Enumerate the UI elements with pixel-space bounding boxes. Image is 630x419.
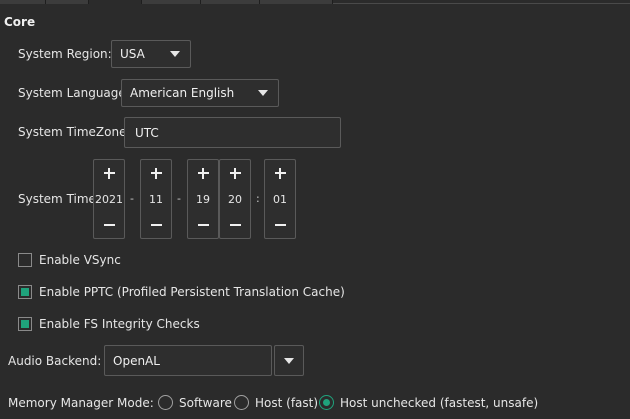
audio-backend-dropdown-button[interactable]: [274, 345, 304, 376]
enable-fs-integrity-label: Enable FS Integrity Checks: [39, 317, 200, 331]
plus-icon[interactable]: [141, 160, 171, 186]
audio-backend-label: Audio Backend:: [8, 354, 102, 368]
system-timezone-value: UTC: [135, 125, 159, 140]
minus-icon[interactable]: [265, 212, 295, 238]
chevron-down-icon: [284, 358, 294, 364]
tab-6[interactable]: [260, 0, 333, 4]
enable-vsync-label: Enable VSync: [39, 253, 121, 267]
radio-selected-icon[interactable]: [319, 395, 334, 410]
plus-icon[interactable]: [94, 160, 124, 186]
date-separator: -: [177, 192, 181, 205]
minus-icon[interactable]: [188, 212, 218, 238]
tab-active[interactable]: [89, 0, 142, 4]
system-time-label: System Time:: [18, 192, 100, 206]
tab-strip: [0, 0, 630, 4]
memory-mode-host-fast-radio[interactable]: Host (fast): [234, 395, 318, 410]
minus-icon[interactable]: [220, 212, 250, 238]
memory-mode-host-unchecked-radio[interactable]: Host unchecked (fastest, unsafe): [319, 395, 538, 410]
plus-icon[interactable]: [265, 160, 295, 186]
enable-fs-integrity-checkbox[interactable]: Enable FS Integrity Checks: [18, 317, 200, 331]
system-language-dropdown[interactable]: American English: [121, 79, 279, 107]
system-region-value: USA: [120, 47, 145, 61]
tab-strip-border: [333, 3, 630, 4]
enable-pptc-checkbox[interactable]: Enable PPTC (Profiled Persistent Transla…: [18, 285, 345, 299]
minute-value[interactable]: 01: [273, 186, 287, 212]
memory-mode-software-label: Software: [179, 395, 232, 410]
year-value[interactable]: 2021: [95, 186, 123, 212]
checkbox-icon[interactable]: [18, 253, 32, 267]
plus-icon[interactable]: [220, 160, 250, 186]
section-title-core: Core: [4, 15, 36, 29]
checkbox-checked-icon[interactable]: [18, 285, 32, 299]
enable-vsync-checkbox[interactable]: Enable VSync: [18, 253, 121, 267]
tab-2[interactable]: [46, 0, 89, 4]
system-language-label: System Language:: [18, 86, 130, 100]
checkbox-checked-icon[interactable]: [18, 317, 32, 331]
enable-pptc-label: Enable PPTC (Profiled Persistent Transla…: [39, 285, 345, 299]
system-timezone-input[interactable]: UTC: [124, 117, 341, 148]
system-region-label: System Region:: [18, 47, 112, 61]
year-stepper[interactable]: 2021: [93, 159, 125, 239]
chevron-down-icon: [170, 51, 180, 57]
audio-backend-value: OpenAL: [113, 353, 160, 368]
chevron-down-icon: [258, 90, 268, 96]
minus-icon[interactable]: [141, 212, 171, 238]
time-separator: :: [256, 192, 260, 205]
memory-mode-host-unchecked-label: Host unchecked (fastest, unsafe): [340, 395, 539, 410]
minus-icon[interactable]: [94, 212, 124, 238]
day-stepper[interactable]: 19: [187, 159, 219, 239]
system-language-value: American English: [130, 86, 235, 100]
date-separator: -: [130, 192, 134, 205]
tab-1[interactable]: [0, 0, 46, 4]
hour-value[interactable]: 20: [228, 186, 242, 212]
tab-5[interactable]: [201, 0, 260, 4]
month-value[interactable]: 11: [149, 186, 163, 212]
audio-backend-select[interactable]: OpenAL: [104, 345, 272, 376]
memory-mode-software-radio[interactable]: Software: [158, 395, 232, 410]
memory-mode-host-fast-label: Host (fast): [255, 395, 319, 410]
hour-stepper[interactable]: 20: [219, 159, 251, 239]
memory-manager-mode-label: Memory Manager Mode:: [8, 396, 154, 410]
radio-icon[interactable]: [234, 395, 249, 410]
system-timezone-label: System TimeZone:: [18, 125, 131, 139]
system-region-dropdown[interactable]: USA: [111, 40, 191, 68]
radio-icon[interactable]: [158, 395, 173, 410]
day-value[interactable]: 19: [196, 186, 210, 212]
month-stepper[interactable]: 11: [140, 159, 172, 239]
plus-icon[interactable]: [188, 160, 218, 186]
tab-4[interactable]: [142, 0, 201, 4]
minute-stepper[interactable]: 01: [264, 159, 296, 239]
